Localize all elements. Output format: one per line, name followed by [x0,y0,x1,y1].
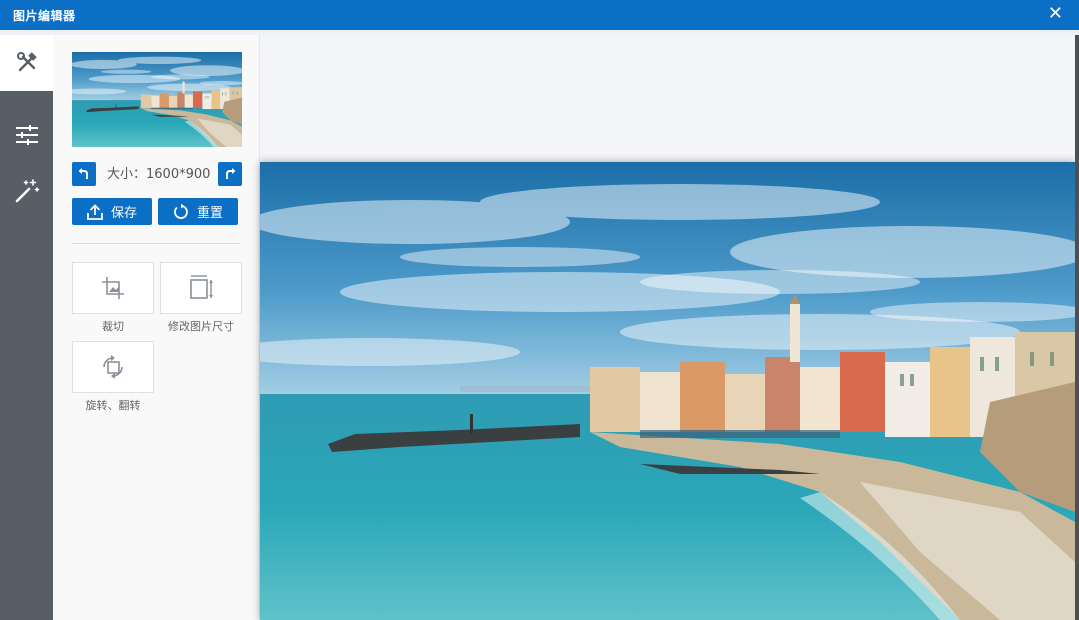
crop-icon [102,277,124,299]
rotate-tool-label: 旋转、翻转 [85,399,141,412]
rail-item-adjust[interactable] [0,107,53,163]
rail-item-effects[interactable] [0,163,53,219]
editor-canvas [260,35,1075,620]
undo-button[interactable] [72,162,96,186]
rail-item-tools[interactable] [0,35,53,91]
title-bar: 图片编辑器 ✕ [0,0,1079,30]
edited-image[interactable] [260,162,1075,620]
rotate-tool-button[interactable] [72,341,154,393]
tools-icon [16,52,37,72]
image-thumbnail [72,52,242,147]
panel-divider [72,243,240,244]
resize-tool-label: 修改图片尺寸 [168,320,234,333]
crop-tool-label: 裁切 [102,320,124,333]
tool-rail [0,35,53,620]
rotate-icon [103,355,123,379]
magic-wand-icon [15,179,39,203]
close-icon[interactable]: ✕ [1048,4,1063,24]
redo-button[interactable] [218,162,242,186]
reset-button[interactable]: 重置 [158,198,238,225]
window-edge [1075,35,1079,620]
edit-panel: 大小：1600*900 保存 重置 裁切 修改图片尺寸 旋转、翻转 [53,35,260,620]
crop-tool-button[interactable] [72,262,154,314]
save-label: 保存 [110,206,137,221]
redo-icon [226,168,236,179]
resize-icon [190,275,213,299]
save-button[interactable]: 保存 [72,198,152,225]
image-size-label: 大小：1600*900 [107,167,211,182]
sliders-icon [15,125,38,145]
upload-icon [87,203,103,220]
undo-icon [78,168,88,179]
resize-tool-button[interactable] [160,262,242,314]
reset-icon [174,203,188,219]
reset-label: 重置 [196,206,223,221]
window-title: 图片编辑器 [13,9,76,23]
